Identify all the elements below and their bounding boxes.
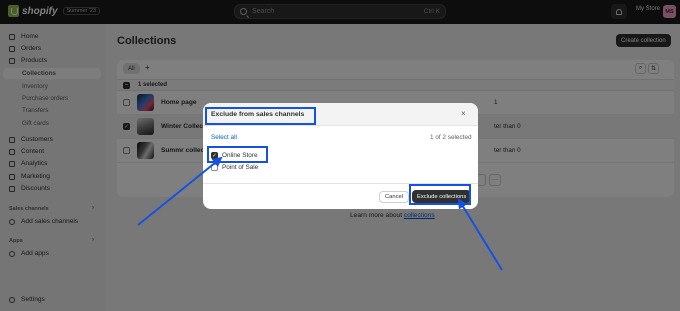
highlight-box-exclude [409, 184, 471, 205]
highlight-box-title [205, 107, 316, 125]
selected-count: 1 of 2 selected [430, 134, 472, 141]
point-of-sale-checkbox[interactable] [211, 164, 218, 171]
cancel-button[interactable]: Cancel [379, 191, 410, 203]
highlight-box-online-store [207, 146, 268, 163]
select-all-link[interactable]: Select all [211, 134, 237, 141]
point-of-sale-label: Point of Sale [222, 164, 259, 171]
point-of-sale-option[interactable]: Point of Sale [211, 164, 258, 171]
close-icon[interactable]: × [461, 109, 466, 118]
